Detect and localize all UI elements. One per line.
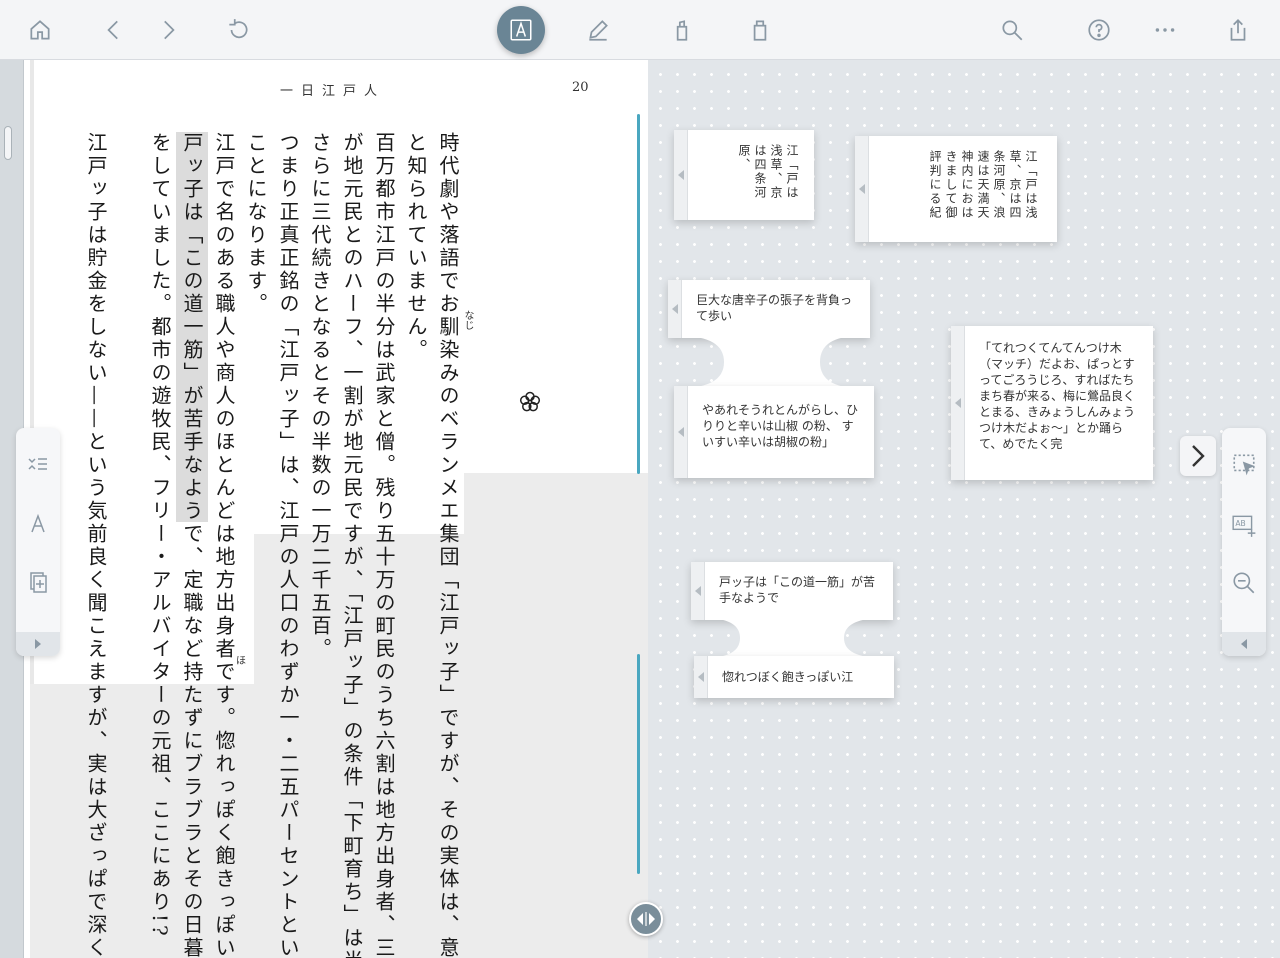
page-number: 20 <box>572 80 589 95</box>
card-handle[interactable] <box>951 326 965 480</box>
card-handle[interactable] <box>674 386 688 478</box>
text-column: をしていました。都市の遊牧民、フリー・アルバイターの元祖、ここにあり!? <box>144 132 176 892</box>
share-icon[interactable] <box>1222 14 1254 46</box>
add-text-card-icon[interactable]: AB <box>1231 512 1257 538</box>
right-tool-panel: AB <box>1222 428 1266 656</box>
card-handle[interactable] <box>691 562 705 620</box>
top-toolbar <box>0 0 1280 60</box>
pencil-icon[interactable] <box>582 14 614 46</box>
left-panel-toggle[interactable] <box>16 632 60 656</box>
ruby-annotation: ほ <box>236 652 246 667</box>
zoom-out-icon[interactable] <box>1231 570 1257 596</box>
scrollbar-thumb[interactable] <box>4 126 12 160</box>
search-icon[interactable] <box>996 14 1028 46</box>
note-card[interactable]: やあれそうれとんがらし、ひりりと辛いは山椒 の粉、 すいすい辛いは胡椒の粉」 <box>674 386 874 478</box>
more-icon[interactable] <box>1149 14 1181 46</box>
text-column: が地元民とのハーフ、一割が地元民ですが、「江戸ッ子」の条件「下町育ち」は半数、 <box>336 132 368 892</box>
next-chevron-icon[interactable] <box>1180 436 1216 476</box>
text-column: 百万都市江戸の半分は武家と僧。残り五十万の町民のうち六割は地方出身者、三割 <box>368 132 400 892</box>
list-collapse-icon[interactable] <box>26 452 50 476</box>
add-page-icon[interactable] <box>26 570 50 594</box>
text-column: 江戸ッ子は貯金をしない——という気前良く聞こえますが、実は大ざっぱで深く <box>80 132 112 892</box>
text-column: と知られていません。 <box>400 132 432 892</box>
lasso-select-icon[interactable] <box>1231 452 1257 478</box>
selection-bar-bottom <box>637 654 640 874</box>
text-column: ことになります。 <box>240 132 272 892</box>
selection-bar-top <box>637 114 640 474</box>
text-column: さらに三代続きとなるとその半数の一万二千五百。 <box>304 132 336 892</box>
note-card[interactable]: 惚れつぼく飽きっぽい江 <box>694 656 894 698</box>
help-icon[interactable] <box>1083 14 1115 46</box>
note-card[interactable]: 江「戸は浅草、京は四条河原、浪速は天満天神内におはきまして御評判にる紀 <box>855 136 1057 242</box>
highlighter-icon[interactable] <box>744 14 776 46</box>
flower-icon[interactable] <box>518 390 542 414</box>
note-card[interactable]: 巨大な唐辛子の張子を背負って歩い <box>668 280 870 338</box>
back-icon[interactable] <box>98 14 130 46</box>
book-page: 一日江戸人 20 時代劇や落語でお馴染みのベランメエ集団「江戸ッ子」ですが、その… <box>24 60 648 958</box>
split-divider-handle[interactable] <box>629 902 663 936</box>
card-handle[interactable] <box>855 136 869 242</box>
text-style-icon[interactable] <box>26 512 50 536</box>
text-column: 時代劇や落語でお馴染みのベランメエ集団「江戸ッ子」ですが、その実体は、意外 <box>432 132 464 892</box>
note-card[interactable]: 戸ッ子は「この道一筋」が苦手なようで <box>691 562 893 620</box>
note-card[interactable]: 「てれつくてんてんつけ木（マッチ）だよお、ぱっとすってごろうじろ、すればたちまち… <box>951 326 1153 480</box>
card-link-connector <box>680 336 860 388</box>
ruby-annotation: なじ <box>460 310 475 330</box>
right-panel-toggle[interactable] <box>1222 632 1266 656</box>
card-handle[interactable] <box>668 280 682 338</box>
text-column-highlighted: 戸ッ子は「この道一筋」が苦手なようで、定職など持たずにブラブラとその日暮らし <box>176 132 208 522</box>
card-link-connector <box>704 618 884 658</box>
undo-icon[interactable] <box>222 14 254 46</box>
forward-icon[interactable] <box>152 14 184 46</box>
left-tool-panel <box>16 428 60 656</box>
text-select-icon[interactable] <box>497 6 545 54</box>
home-icon[interactable] <box>24 14 56 46</box>
text-column: つまり正真正銘の「江戸ッ子」は、江戸の人口のわずか一・二五パーセントという <box>272 132 304 892</box>
running-head: 一日江戸人 <box>280 80 385 99</box>
marker-icon[interactable] <box>666 14 698 46</box>
card-handle[interactable] <box>694 656 708 698</box>
note-card[interactable]: 江「戸は浅草、京は四条河原、 <box>674 130 814 220</box>
card-handle[interactable] <box>674 130 688 220</box>
svg-text:AB: AB <box>1235 519 1245 528</box>
text-column: 江戸で名のある職人や商人のほとんどは地方出身者です。惚れっぽく飽きっぽい江 <box>208 132 240 892</box>
